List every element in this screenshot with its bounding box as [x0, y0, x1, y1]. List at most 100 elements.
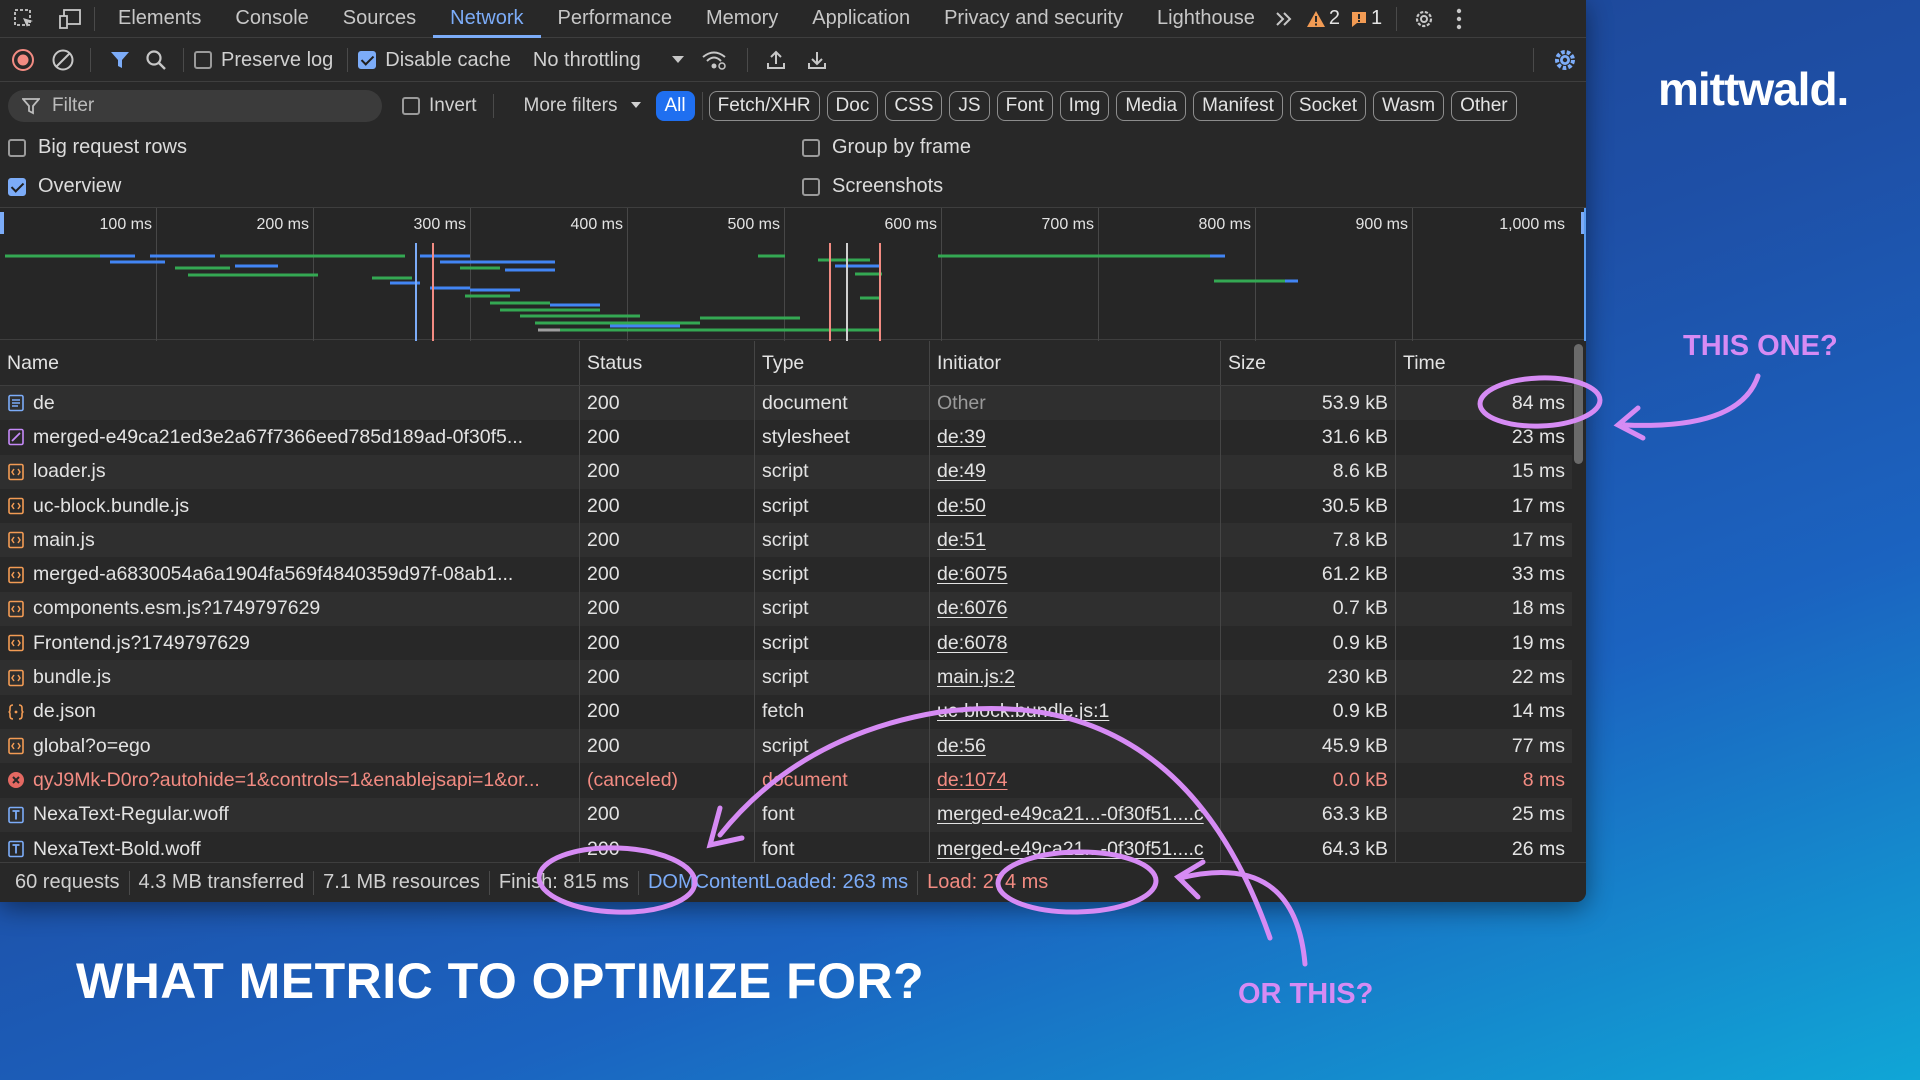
more-tabs-chevron-icon[interactable] — [1272, 11, 1296, 27]
table-row[interactable]: uc-block.bundle.js 200 script de:50 30.5 kB 1… — [0, 488, 1572, 524]
font-resource-icon — [7, 806, 25, 824]
filter-input[interactable]: Filter — [8, 89, 382, 122]
initiator-link[interactable]: de:6075 — [937, 563, 1008, 586]
device-toolbar-icon[interactable] — [48, 0, 92, 38]
type-filter-manifest[interactable]: Manifest — [1193, 90, 1283, 121]
screenshots-checkbox[interactable]: Screenshots — [802, 175, 943, 198]
issues-badge[interactable]: 1 — [1350, 7, 1382, 30]
col-header-time[interactable]: Time — [1396, 341, 1572, 385]
initiator-link[interactable]: de:1074 — [937, 769, 1008, 792]
invert-box[interactable] — [402, 96, 420, 115]
tab-performance[interactable]: Performance — [541, 0, 690, 38]
type-filter-wasm[interactable]: Wasm — [1372, 90, 1445, 121]
disable-cache-box[interactable] — [358, 51, 377, 69]
col-header-size[interactable]: Size — [1221, 341, 1396, 385]
table-row[interactable]: components.esm.js?1749797629 200 script de:… — [0, 591, 1572, 627]
type-filter-css[interactable]: CSS — [885, 90, 943, 121]
preserve-log-checkbox[interactable]: Preserve log — [194, 49, 333, 72]
initiator-link[interactable]: de:6076 — [937, 597, 1008, 620]
cell-status: 200 — [580, 386, 755, 421]
script-resource-icon — [7, 600, 25, 618]
clear-log-icon[interactable] — [46, 48, 80, 72]
cell-size: 8.6 kB — [1221, 454, 1396, 489]
search-icon[interactable] — [139, 49, 173, 71]
table-row[interactable]: qyJ9Mk-D0ro?autohide=1&controls=1&enable… — [0, 763, 1572, 798]
table-row[interactable]: merged-a6830054a6a1904fa569f4840359d97f-… — [0, 557, 1572, 592]
type-filter-fetch-xhr[interactable]: Fetch/XHR — [708, 90, 820, 121]
big-request-rows-checkbox[interactable]: Big request rows — [8, 136, 187, 159]
initiator-link[interactable]: de:39 — [937, 426, 986, 449]
request-name: merged-e49ca21ed3e2a67f7366eed785d189ad-… — [33, 425, 524, 448]
stop-recording-icon[interactable] — [0, 48, 46, 72]
tab-lighthouse[interactable]: Lighthouse — [1140, 0, 1272, 38]
type-filter-media[interactable]: Media — [1116, 90, 1187, 121]
tab-memory[interactable]: Memory — [689, 0, 795, 38]
import-har-icon[interactable] — [758, 49, 794, 71]
cell-type: script — [755, 728, 930, 764]
table-row[interactable]: merged-e49ca21ed3e2a67f7366eed785d189ad-… — [0, 420, 1572, 455]
network-overview-timeline[interactable]: 100 ms 200 ms 300 ms 400 ms 500 ms 600 m… — [0, 207, 1586, 341]
group-by-frame-checkbox[interactable]: Group by frame — [802, 136, 971, 159]
network-settings-gear-icon[interactable] — [1544, 47, 1586, 73]
col-header-initiator[interactable]: Initiator — [930, 341, 1221, 385]
tab-sources[interactable]: Sources — [326, 0, 433, 38]
issues-count: 1 — [1371, 7, 1383, 29]
initiator-link[interactable]: de:56 — [937, 735, 986, 758]
export-har-icon[interactable] — [794, 49, 840, 71]
table-row[interactable]: global?o=ego 200 script de:56 45.9 kB 77 ms — [0, 728, 1572, 764]
inspect-element-icon[interactable] — [0, 0, 48, 38]
disable-cache-checkbox[interactable]: Disable cache — [358, 49, 511, 72]
initiator-link[interactable]: de:6078 — [937, 632, 1008, 655]
tab-privacy-security[interactable]: Privacy and security — [927, 0, 1140, 38]
initiator-link[interactable]: merged-e49ca21...-0f30f51....c — [937, 803, 1204, 826]
overview-checkbox[interactable]: Overview — [8, 175, 121, 198]
type-filter-doc[interactable]: Doc — [826, 90, 879, 121]
type-filter-img[interactable]: Img — [1059, 90, 1110, 121]
request-name: components.esm.js?1749797629 — [33, 597, 321, 620]
preserve-log-box[interactable] — [194, 51, 212, 69]
settings-gear-icon[interactable] — [1407, 7, 1441, 31]
tab-network[interactable]: Network — [433, 0, 541, 38]
initiator-link[interactable]: main.js:2 — [937, 666, 1015, 689]
network-conditions-wifi-icon[interactable] — [691, 49, 737, 71]
type-filter-font[interactable]: Font — [996, 90, 1053, 121]
table-row[interactable]: de 200 document Other 53.9 kB 84 ms — [0, 386, 1572, 421]
table-row[interactable]: Frontend.js?1749797629 200 script de:6078 0.… — [0, 626, 1572, 661]
group-by-frame-box[interactable] — [802, 138, 820, 157]
tab-application[interactable]: Application — [795, 0, 927, 38]
warnings-badge[interactable]: 2 — [1306, 7, 1340, 30]
table-row[interactable]: NexaText-Regular.woff 200 font merged-e49ca… — [0, 797, 1572, 832]
type-filter-all[interactable]: All — [655, 90, 695, 121]
tab-elements[interactable]: Elements — [101, 0, 218, 38]
col-header-status[interactable]: Status — [580, 341, 755, 385]
cell-name: de — [0, 386, 580, 421]
overview-box[interactable] — [8, 177, 26, 196]
table-row[interactable]: loader.js 200 script de:49 8.6 kB 15 ms — [0, 454, 1572, 489]
tab-console[interactable]: Console — [218, 0, 325, 38]
table-row[interactable]: NexaText-Bold.woff 200 font merged-e49ca21.… — [0, 831, 1572, 867]
type-filter-other[interactable]: Other — [1451, 90, 1517, 121]
table-row[interactable]: bundle.js 200 script main.js:2 230 kB 22 ms — [0, 660, 1572, 695]
big-request-rows-box[interactable] — [8, 138, 26, 157]
invert-checkbox[interactable]: Invert — [402, 95, 477, 117]
cell-size: 230 kB — [1221, 660, 1396, 695]
more-options-icon[interactable] — [1441, 8, 1477, 30]
initiator-link[interactable]: uc-block.bundle.js:1 — [937, 700, 1109, 723]
col-header-type[interactable]: Type — [755, 341, 930, 385]
cell-name: merged-e49ca21ed3e2a67f7366eed785d189ad-… — [0, 420, 580, 455]
screenshots-box[interactable] — [802, 177, 820, 196]
type-filter-socket[interactable]: Socket — [1289, 90, 1366, 121]
initiator-link[interactable]: de:50 — [937, 495, 986, 518]
col-header-name[interactable]: Name — [0, 341, 580, 385]
initiator-link[interactable]: merged-e49ca21...-0f30f51....c — [937, 838, 1204, 861]
table-scrollbar[interactable] — [1574, 344, 1583, 464]
table-row[interactable]: main.js 200 script de:51 7.8 kB 17 ms — [0, 523, 1572, 558]
more-filters-dropdown[interactable]: More filters — [524, 95, 642, 117]
cell-name: uc-block.bundle.js — [0, 488, 580, 524]
filter-funnel-icon[interactable] — [101, 49, 139, 71]
throttling-select[interactable]: No throttling — [533, 49, 685, 72]
type-filter-js[interactable]: JS — [949, 90, 990, 121]
initiator-link[interactable]: de:49 — [937, 460, 986, 483]
initiator-link[interactable]: de:51 — [937, 529, 986, 552]
table-row[interactable]: de.json 200 fetch uc-block.bundle.js:1 0.9 k… — [0, 694, 1572, 729]
